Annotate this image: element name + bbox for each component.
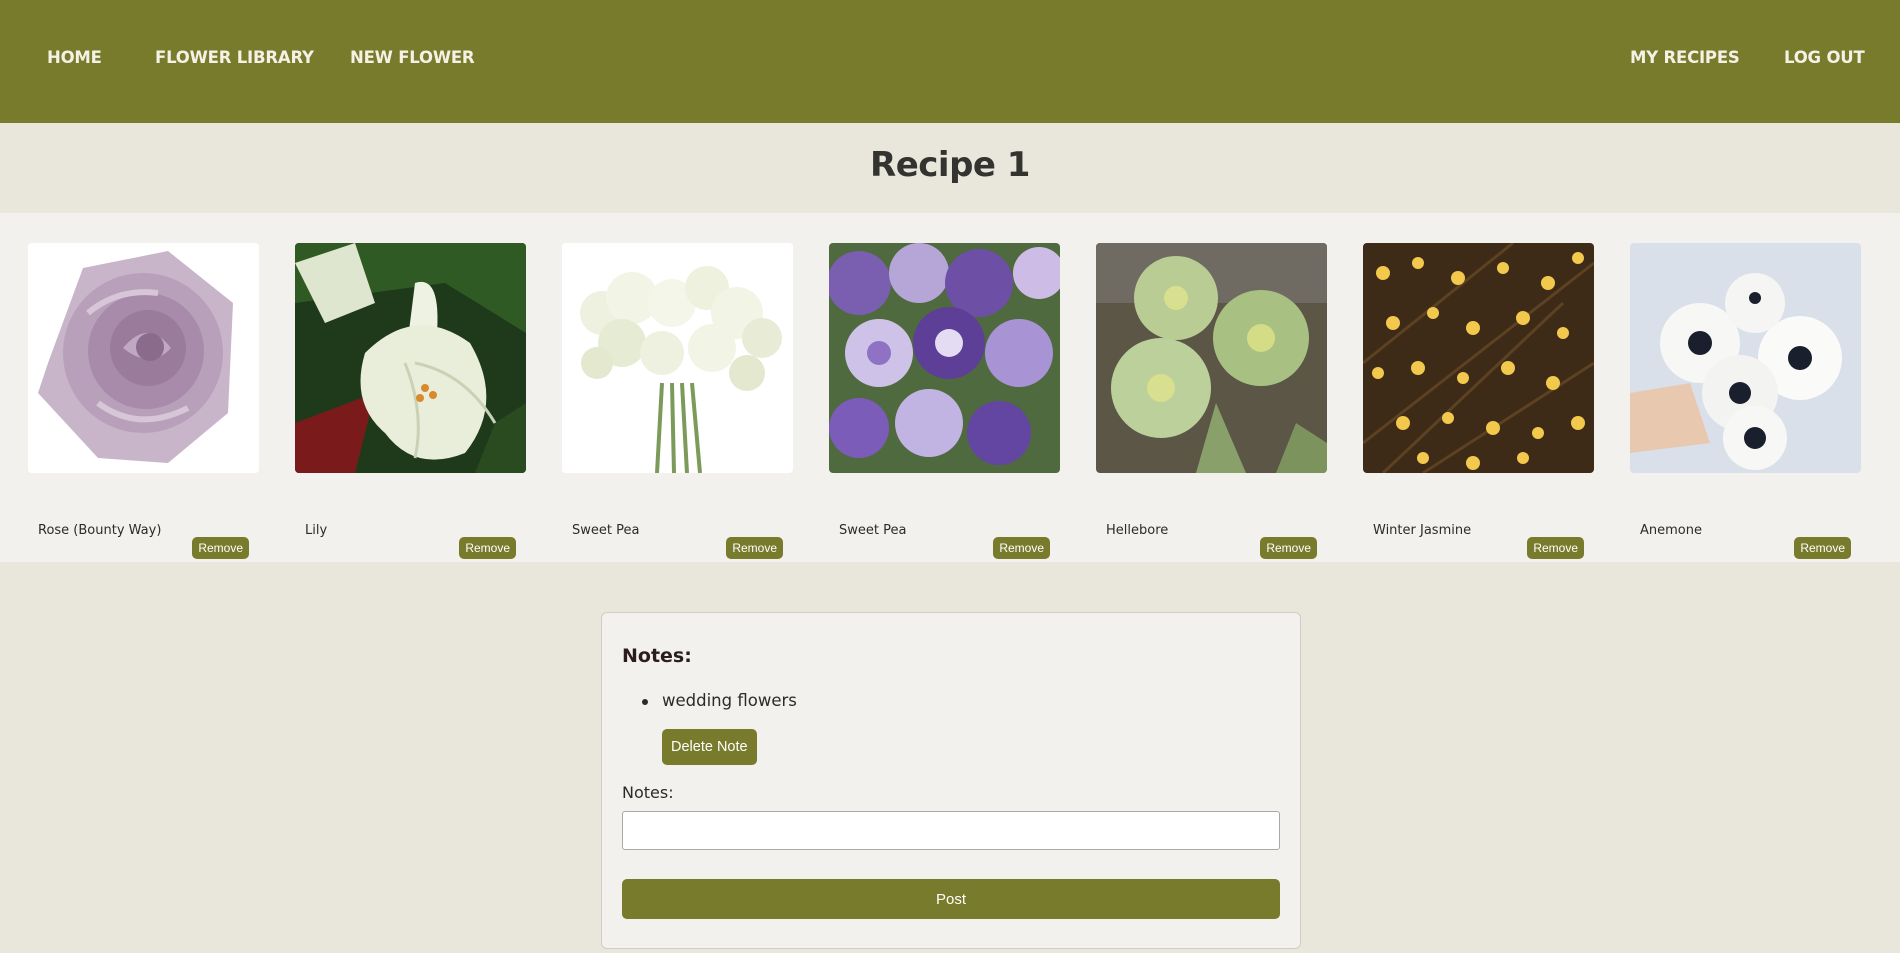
nav-flower-library-link[interactable]: FLOWER LIBRARY <box>155 48 314 67</box>
flower-name: Sweet Pea <box>839 523 907 538</box>
flower-image-sweet-pea-white <box>562 243 793 473</box>
note-item: wedding flowers <box>642 691 797 710</box>
remove-flower-button[interactable]: Remove <box>1794 537 1851 559</box>
remove-flower-button[interactable]: Remove <box>459 537 516 559</box>
flower-card: Anemone Remove <box>1630 243 1861 559</box>
flower-image-rose <box>28 243 259 473</box>
flower-card: Sweet Pea Remove <box>562 243 793 559</box>
flower-image-sweet-pea-purple <box>829 243 1060 473</box>
page-title: Recipe 1 <box>870 145 1030 185</box>
nav-logout-link[interactable]: LOG OUT <box>1784 48 1865 67</box>
nav-new-flower-link[interactable]: NEW FLOWER <box>350 48 475 67</box>
flower-gallery: Rose (Bounty Way) Remove Lily Remove Swe… <box>0 213 1900 562</box>
flower-image-anemone <box>1630 243 1861 473</box>
flower-card: Lily Remove <box>295 243 526 559</box>
flower-name: Winter Jasmine <box>1373 523 1472 538</box>
notes-input[interactable] <box>622 811 1280 850</box>
flower-image-winter-jasmine <box>1363 243 1594 473</box>
nav-my-recipes-link[interactable]: MY RECIPES <box>1630 48 1740 67</box>
flower-image-lily <box>295 243 526 473</box>
delete-note-button[interactable]: Delete Note <box>662 729 757 765</box>
remove-flower-button[interactable]: Remove <box>726 537 783 559</box>
flower-card: Winter Jasmine Remove <box>1363 243 1594 559</box>
notes-input-label: Notes: <box>622 783 674 802</box>
title-band: Recipe 1 <box>0 123 1900 213</box>
flower-name: Sweet Pea <box>572 523 640 538</box>
top-nav: HOME FLOWER LIBRARY NEW FLOWER MY RECIPE… <box>0 0 1900 123</box>
notes-heading: Notes: <box>622 645 692 667</box>
flower-card: Rose (Bounty Way) Remove <box>28 243 259 559</box>
notes-list: wedding flowers <box>642 691 797 710</box>
flower-name: Rose (Bounty Way) <box>38 523 162 538</box>
flower-name: Hellebore <box>1106 523 1169 538</box>
flower-name: Lily <box>305 523 328 538</box>
flower-card: Hellebore Remove <box>1096 243 1327 559</box>
flower-image-hellebore <box>1096 243 1327 473</box>
remove-flower-button[interactable]: Remove <box>1527 537 1584 559</box>
remove-flower-button[interactable]: Remove <box>192 537 249 559</box>
flower-name: Anemone <box>1640 523 1702 538</box>
post-button[interactable]: Post <box>622 879 1280 919</box>
remove-flower-button[interactable]: Remove <box>1260 537 1317 559</box>
notes-panel: Notes: wedding flowers Delete Note Notes… <box>601 612 1301 949</box>
nav-home-link[interactable]: HOME <box>47 48 102 67</box>
remove-flower-button[interactable]: Remove <box>993 537 1050 559</box>
flower-card: Sweet Pea Remove <box>829 243 1060 559</box>
